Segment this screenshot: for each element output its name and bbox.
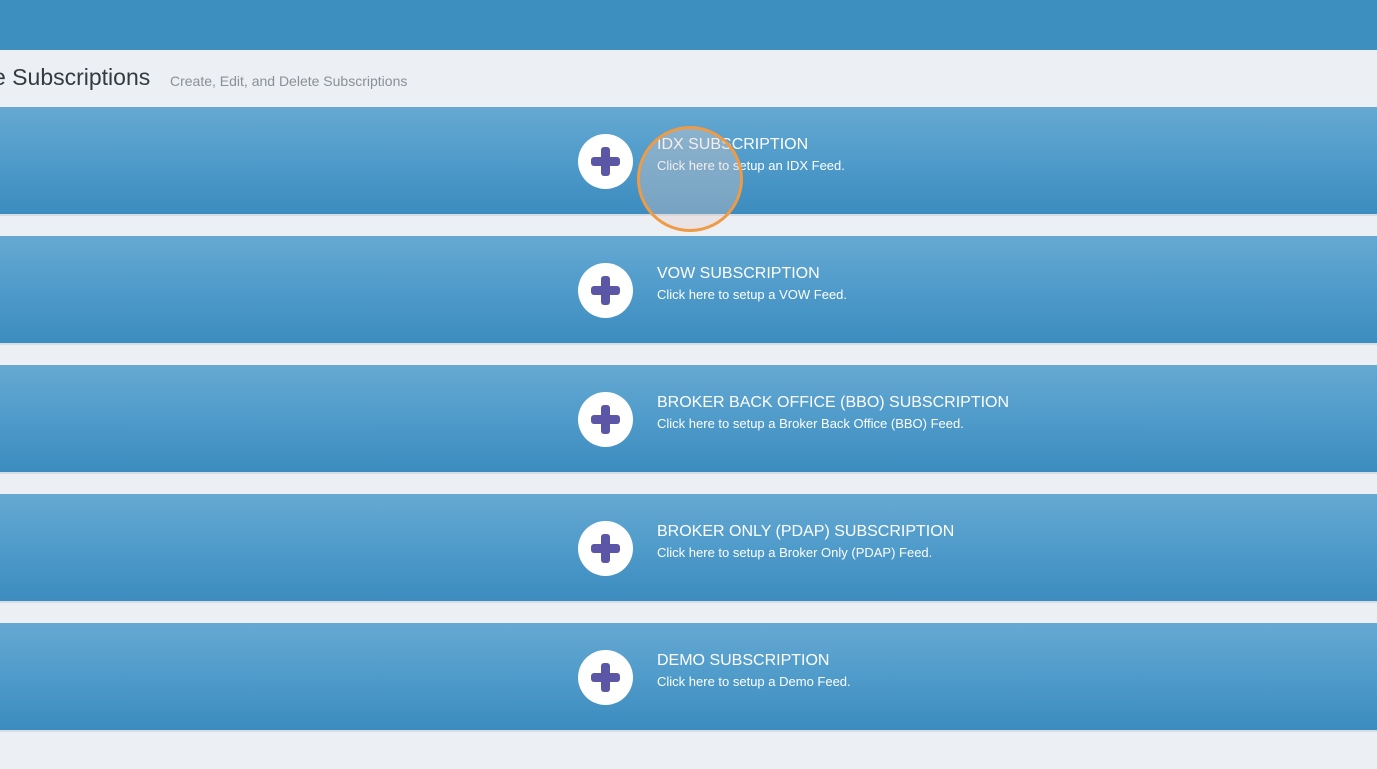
add-subscription-button[interactable]	[578, 521, 633, 576]
plus-icon	[591, 663, 620, 692]
plus-icon	[591, 147, 620, 176]
subscription-title: BROKER ONLY (PDAP) SUBSCRIPTION	[657, 523, 955, 540]
plus-icon	[591, 276, 620, 305]
subscription-card-pdap[interactable]: BROKER ONLY (PDAP) SUBSCRIPTION Click he…	[0, 494, 1377, 603]
subscription-description: Click here to setup a Broker Only (PDAP)…	[657, 545, 933, 560]
plus-icon	[591, 405, 620, 434]
add-subscription-button[interactable]	[578, 263, 633, 318]
subscription-card-vow[interactable]: VOW SUBSCRIPTION Click here to setup a V…	[0, 236, 1377, 345]
subscription-title: DEMO SUBSCRIPTION	[657, 652, 830, 669]
top-navigation-bar	[0, 0, 1377, 50]
subscription-card-bbo[interactable]: BROKER BACK OFFICE (BBO) SUBSCRIPTION Cl…	[0, 365, 1377, 474]
page-header: e Subscriptions Create, Edit, and Delete…	[0, 50, 1377, 107]
subscription-title: VOW SUBSCRIPTION	[657, 265, 820, 282]
page-subtitle: Create, Edit, and Delete Subscriptions	[170, 73, 408, 89]
add-subscription-button[interactable]	[578, 134, 633, 189]
plus-icon	[591, 534, 620, 563]
subscription-card-idx[interactable]: IDX SUBSCRIPTION Click here to setup an …	[0, 107, 1377, 216]
subscription-card-demo[interactable]: DEMO SUBSCRIPTION Click here to setup a …	[0, 623, 1377, 732]
page-title: e Subscriptions	[0, 64, 151, 90]
subscription-title: BROKER BACK OFFICE (BBO) SUBSCRIPTION	[657, 394, 1010, 411]
subscription-description: Click here to setup a VOW Feed.	[657, 287, 848, 302]
add-subscription-button[interactable]	[578, 392, 633, 447]
subscription-description: Click here to setup a Demo Feed.	[657, 674, 851, 689]
subscription-title: IDX SUBSCRIPTION	[657, 136, 809, 153]
subscription-description: Click here to setup a Broker Back Office…	[657, 416, 964, 431]
add-subscription-button[interactable]	[578, 650, 633, 705]
subscription-description: Click here to setup an IDX Feed.	[657, 158, 845, 173]
